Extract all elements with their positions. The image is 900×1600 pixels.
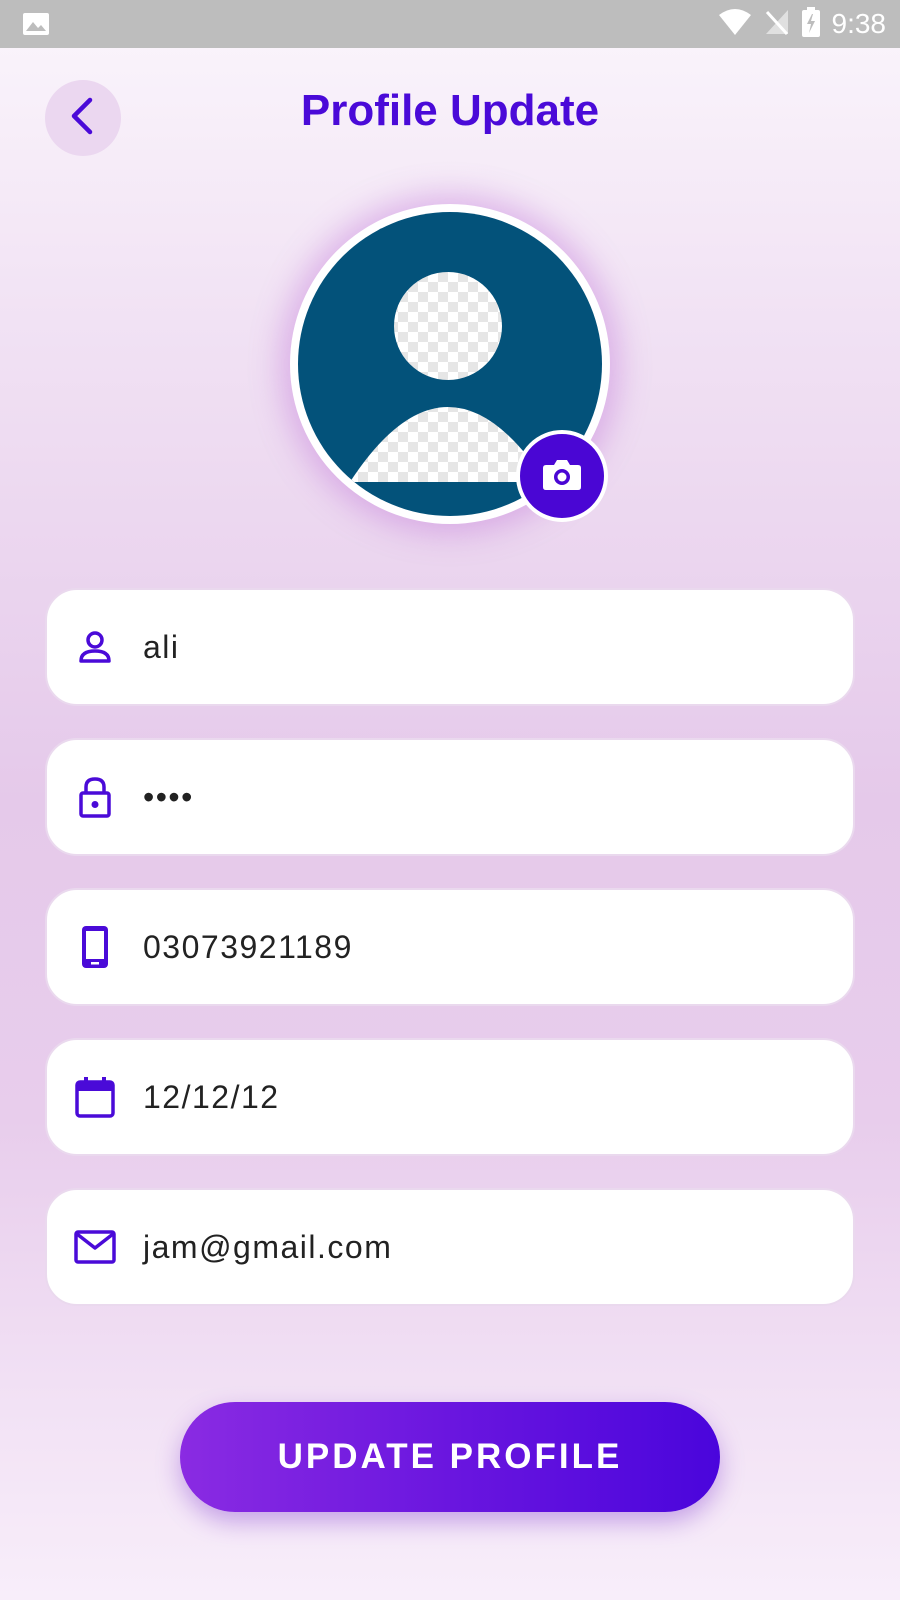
change-photo-button[interactable] [516,430,608,522]
email-value: jam@gmail.com [143,1228,393,1265]
page-title: Profile Update [300,86,600,135]
date-field[interactable]: 12/12/12 [45,1038,855,1156]
no-signal-icon [764,8,790,41]
email-field[interactable]: jam@gmail.com [45,1188,855,1306]
date-value: 12/12/12 [143,1078,280,1115]
username-value: ali [143,628,180,665]
calendar-icon [71,1073,119,1121]
password-field[interactable]: •••• [45,738,855,856]
phone-field[interactable]: 03073921189 [45,888,855,1006]
camera-icon [542,457,582,496]
mail-icon [71,1223,119,1271]
phone-icon [71,923,119,971]
header: Profile Update [0,48,900,188]
avatar-container [290,204,610,524]
wifi-icon [718,8,752,41]
password-value: •••• [143,778,194,815]
image-icon [22,12,50,36]
username-field[interactable]: ali [45,588,855,706]
person-icon [71,623,119,671]
battery-charging-icon [801,6,820,42]
update-profile-button[interactable]: UPDATE PROFILE [180,1402,720,1512]
status-time: 9:38 [831,8,887,39]
status-bar: 9:38 [0,0,900,48]
lock-icon [71,773,119,821]
phone-value: 03073921189 [143,928,353,965]
